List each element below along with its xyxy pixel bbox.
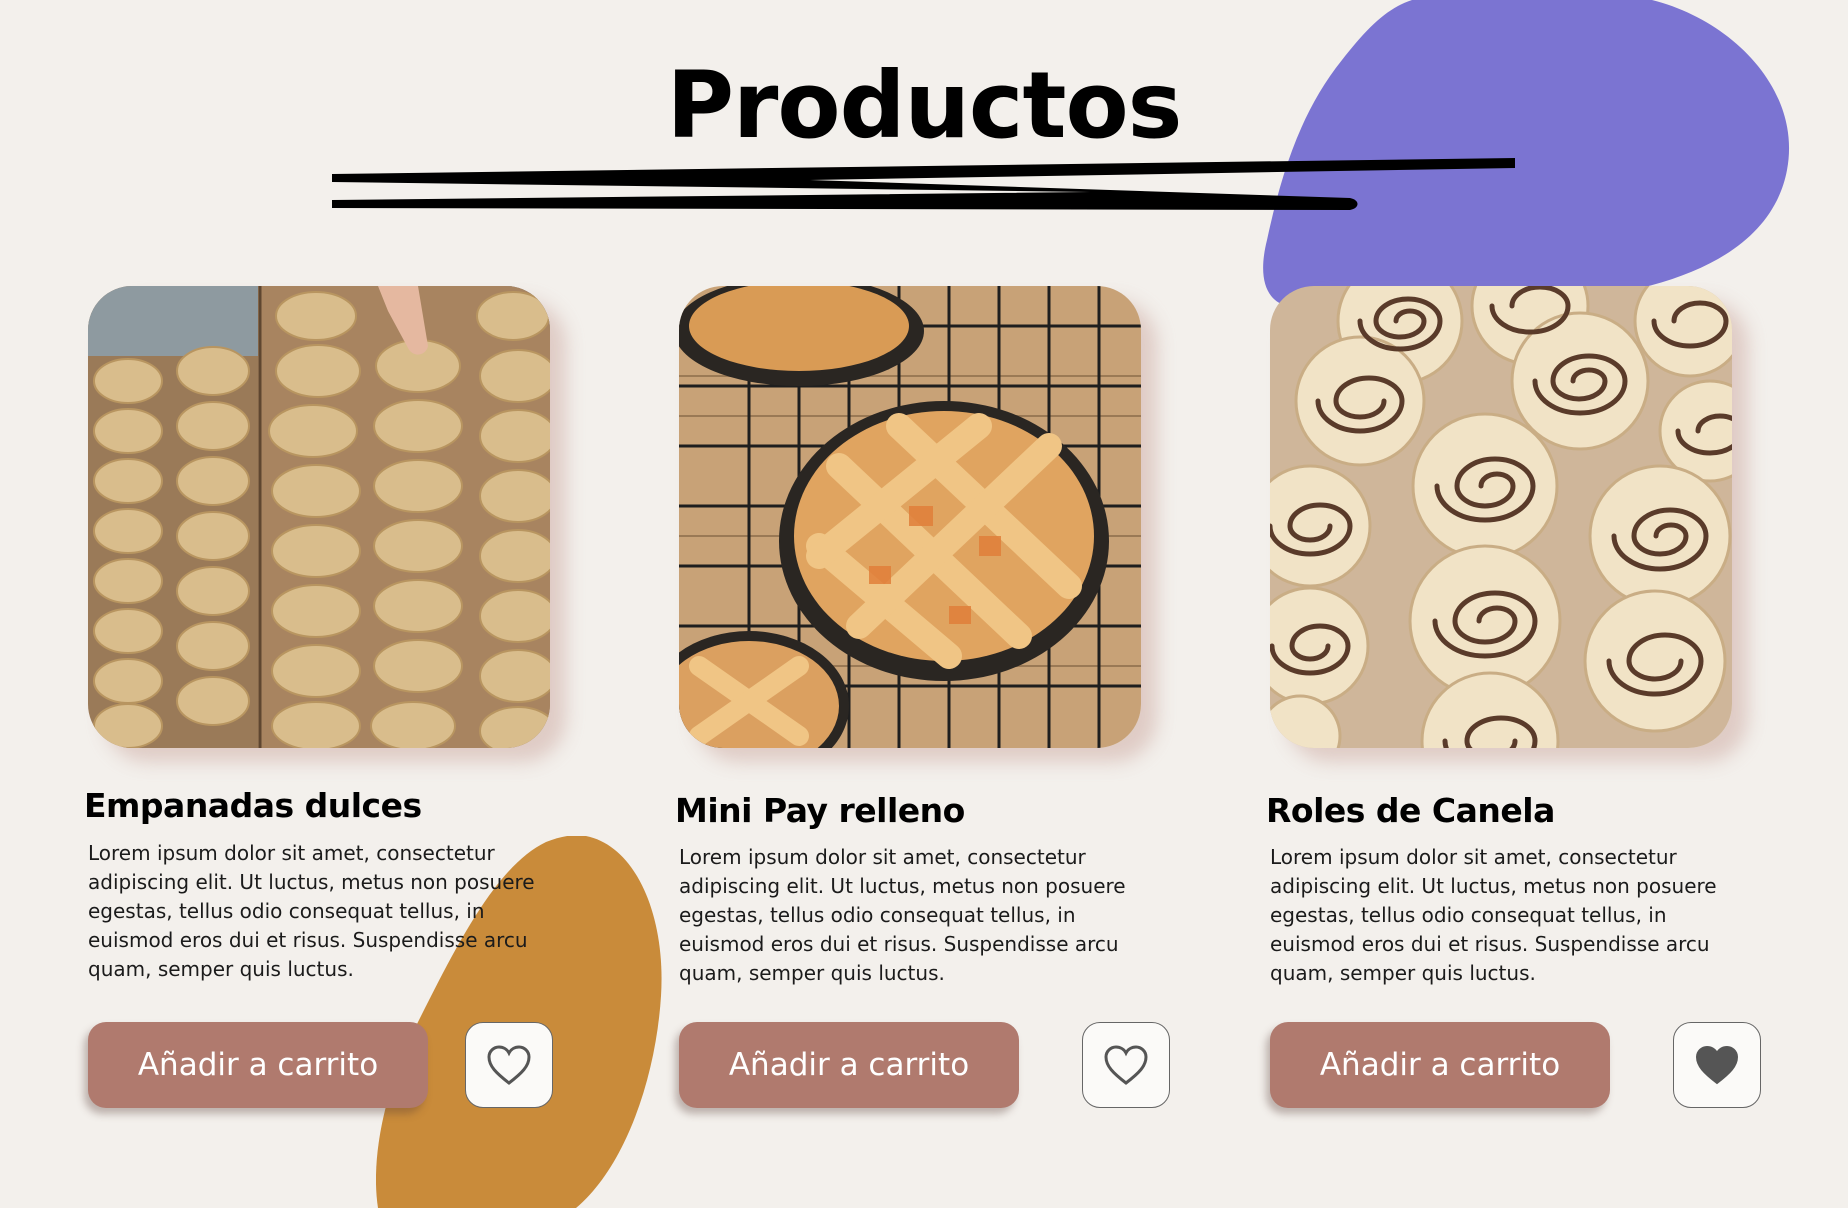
favorite-button[interactable] xyxy=(465,1022,553,1108)
product-image-mini-pay xyxy=(679,286,1141,748)
title-scribble-underline xyxy=(332,158,1515,210)
heart-filled-icon xyxy=(1695,1045,1739,1085)
empanadas-photo xyxy=(88,286,550,748)
add-to-cart-button[interactable]: Añadir a carrito xyxy=(1270,1022,1610,1108)
heart-outline-icon xyxy=(487,1045,531,1085)
product-image-roles-canela xyxy=(1270,286,1732,748)
product-card-mini-pay: Mini Pay relleno Lorem ipsum dolor sit a… xyxy=(675,286,1199,1146)
product-description: Lorem ipsum dolor sit amet, consectetur … xyxy=(1270,845,1717,985)
product-image-empanadas xyxy=(88,286,550,748)
mini-pay-photo xyxy=(679,286,1141,748)
favorite-button-active[interactable] xyxy=(1673,1022,1761,1108)
product-description: Lorem ipsum dolor sit amet, consectetur … xyxy=(88,841,535,981)
page-title: Productos xyxy=(666,52,1183,159)
cinnamon-rolls-photo xyxy=(1270,286,1732,748)
heart-outline-icon xyxy=(1104,1045,1148,1085)
product-description: Lorem ipsum dolor sit amet, consectetur … xyxy=(679,845,1126,985)
product-title: Mini Pay relleno xyxy=(675,791,965,830)
product-card-roles-canela: Roles de Canela Lorem ipsum dolor sit am… xyxy=(1266,286,1790,1146)
product-title: Empanadas dulces xyxy=(84,786,422,825)
product-title: Roles de Canela xyxy=(1266,791,1555,830)
add-to-cart-button[interactable]: Añadir a carrito xyxy=(88,1022,428,1108)
favorite-button[interactable] xyxy=(1082,1022,1170,1108)
product-card-empanadas: Empanadas dulces Lorem ipsum dolor sit a… xyxy=(84,286,608,1146)
add-to-cart-button[interactable]: Añadir a carrito xyxy=(679,1022,1019,1108)
